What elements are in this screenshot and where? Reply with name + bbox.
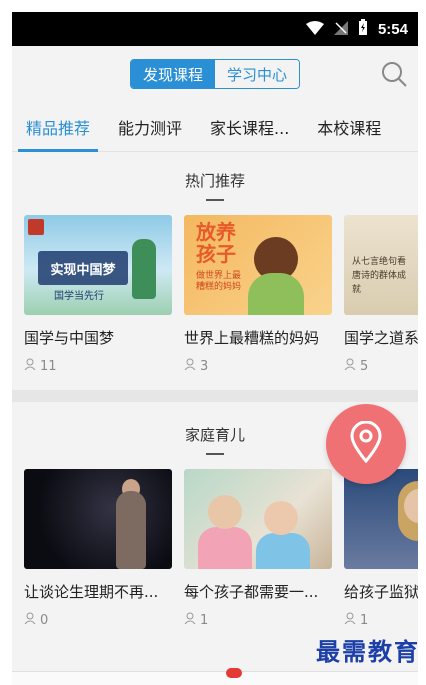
learner-count-value: 1 xyxy=(360,612,369,628)
user-icon xyxy=(184,612,196,628)
course-card[interactable]: 给孩子监狱 1 xyxy=(344,469,418,628)
child-figure xyxy=(198,527,252,569)
user-icon xyxy=(24,358,36,374)
category-tabs: 精品推荐 能力测评 家长课程... 本校课程 xyxy=(12,102,418,152)
mother-figure-body xyxy=(248,273,304,315)
child-head xyxy=(208,495,242,529)
status-time: 5:54 xyxy=(377,20,408,38)
notification-badge xyxy=(226,668,242,678)
learner-count-value: 0 xyxy=(40,612,49,628)
section-divider xyxy=(12,390,418,402)
thumbnail-subtext: 做世界上最糟糕的妈妈 xyxy=(196,271,242,292)
learner-count-value: 1 xyxy=(200,612,209,628)
battery-charging-icon xyxy=(358,19,368,39)
course-card[interactable]: 从七言绝句看唐诗的群体成就 国学之道系 5 xyxy=(344,215,418,374)
course-title[interactable]: 世界上最糟糕的妈妈 xyxy=(184,327,332,348)
segment-learning-center[interactable]: 学习中心 xyxy=(215,60,299,88)
course-thumbnail[interactable] xyxy=(184,469,332,569)
learner-count: 5 xyxy=(344,358,418,374)
learner-count: 1 xyxy=(184,612,332,628)
section-underline xyxy=(206,199,224,201)
seal-icon xyxy=(28,219,44,235)
top-bar: 发现课程 学习中心 xyxy=(12,46,418,102)
child-head xyxy=(264,501,298,535)
tab-assessment[interactable]: 能力测评 xyxy=(104,102,196,152)
course-thumbnail[interactable]: 从七言绝句看唐诗的群体成就 xyxy=(344,215,418,315)
location-fab[interactable] xyxy=(326,404,406,484)
course-thumbnail[interactable] xyxy=(24,469,172,569)
section-underline xyxy=(206,453,224,455)
section-title: 热门推荐 xyxy=(184,172,245,190)
thumbnail-text: 实现中国梦 xyxy=(38,251,128,285)
section-hot: 热门推荐 实现中国梦 国学当先行 国学与中国梦 11 放养孩子 做世界上最糟糕的… xyxy=(12,152,418,402)
course-title[interactable]: 国学之道系 xyxy=(344,327,418,348)
learner-count-value: 3 xyxy=(200,358,209,374)
course-thumbnail[interactable] xyxy=(344,469,418,569)
user-icon xyxy=(344,358,356,374)
status-bar: 5:54 xyxy=(12,12,418,46)
user-icon xyxy=(344,612,356,628)
learner-count: 3 xyxy=(184,358,332,374)
card-row: 让谈论生理期不再... 0 每个孩子都需要一... 1 给孩子监狱 1 xyxy=(12,469,418,628)
bottom-nav xyxy=(12,668,418,685)
course-card[interactable]: 每个孩子都需要一... 1 xyxy=(184,469,332,628)
signal-off-icon xyxy=(333,20,348,39)
learner-count: 0 xyxy=(24,612,172,628)
learner-count: 11 xyxy=(24,358,172,374)
segmented-control: 发现课程 学习中心 xyxy=(130,59,300,89)
thumbnail-subtext: 国学当先行 xyxy=(54,291,104,302)
learner-count-value: 11 xyxy=(40,358,57,374)
thumbnail-text: 放养孩子 xyxy=(196,220,236,266)
user-icon xyxy=(24,612,36,628)
watermark: 最需教育 xyxy=(316,637,420,666)
tab-featured[interactable]: 精品推荐 xyxy=(12,102,104,152)
course-title[interactable]: 让谈论生理期不再... xyxy=(24,581,172,602)
course-title[interactable]: 给孩子监狱 xyxy=(344,581,418,602)
app-screen: 5:54 发现课程 学习中心 精品推荐 能力测评 家长课程... 本校课程 热门… xyxy=(12,12,418,685)
course-card[interactable]: 让谈论生理期不再... 0 xyxy=(24,469,172,628)
child-figure xyxy=(256,533,310,569)
speaker-figure xyxy=(116,491,146,569)
tab-school-courses[interactable]: 本校课程 xyxy=(303,102,395,152)
location-pin-icon xyxy=(349,420,383,467)
thumbnail-text: 从七言绝句看唐诗的群体成就 xyxy=(352,257,407,295)
user-icon xyxy=(184,358,196,374)
course-title[interactable]: 每个孩子都需要一... xyxy=(184,581,332,602)
learner-count-value: 5 xyxy=(360,358,369,374)
course-thumbnail[interactable]: 放养孩子 做世界上最糟糕的妈妈 xyxy=(184,215,332,315)
wifi-icon xyxy=(305,20,324,39)
course-title[interactable]: 国学与中国梦 xyxy=(24,327,172,348)
course-card[interactable]: 实现中国梦 国学当先行 国学与中国梦 11 xyxy=(24,215,172,374)
tab-parent-courses[interactable]: 家长课程... xyxy=(196,102,303,152)
course-thumbnail[interactable]: 实现中国梦 国学当先行 xyxy=(24,215,172,315)
course-card[interactable]: 放养孩子 做世界上最糟糕的妈妈 世界上最糟糕的妈妈 3 xyxy=(184,215,332,374)
card-row: 实现中国梦 国学当先行 国学与中国梦 11 放养孩子 做世界上最糟糕的妈妈 世界 xyxy=(12,215,418,374)
learner-count: 1 xyxy=(344,612,418,628)
segment-discover-courses[interactable]: 发现课程 xyxy=(131,60,215,88)
search-icon[interactable] xyxy=(380,60,408,88)
scholar-figure xyxy=(132,239,156,299)
